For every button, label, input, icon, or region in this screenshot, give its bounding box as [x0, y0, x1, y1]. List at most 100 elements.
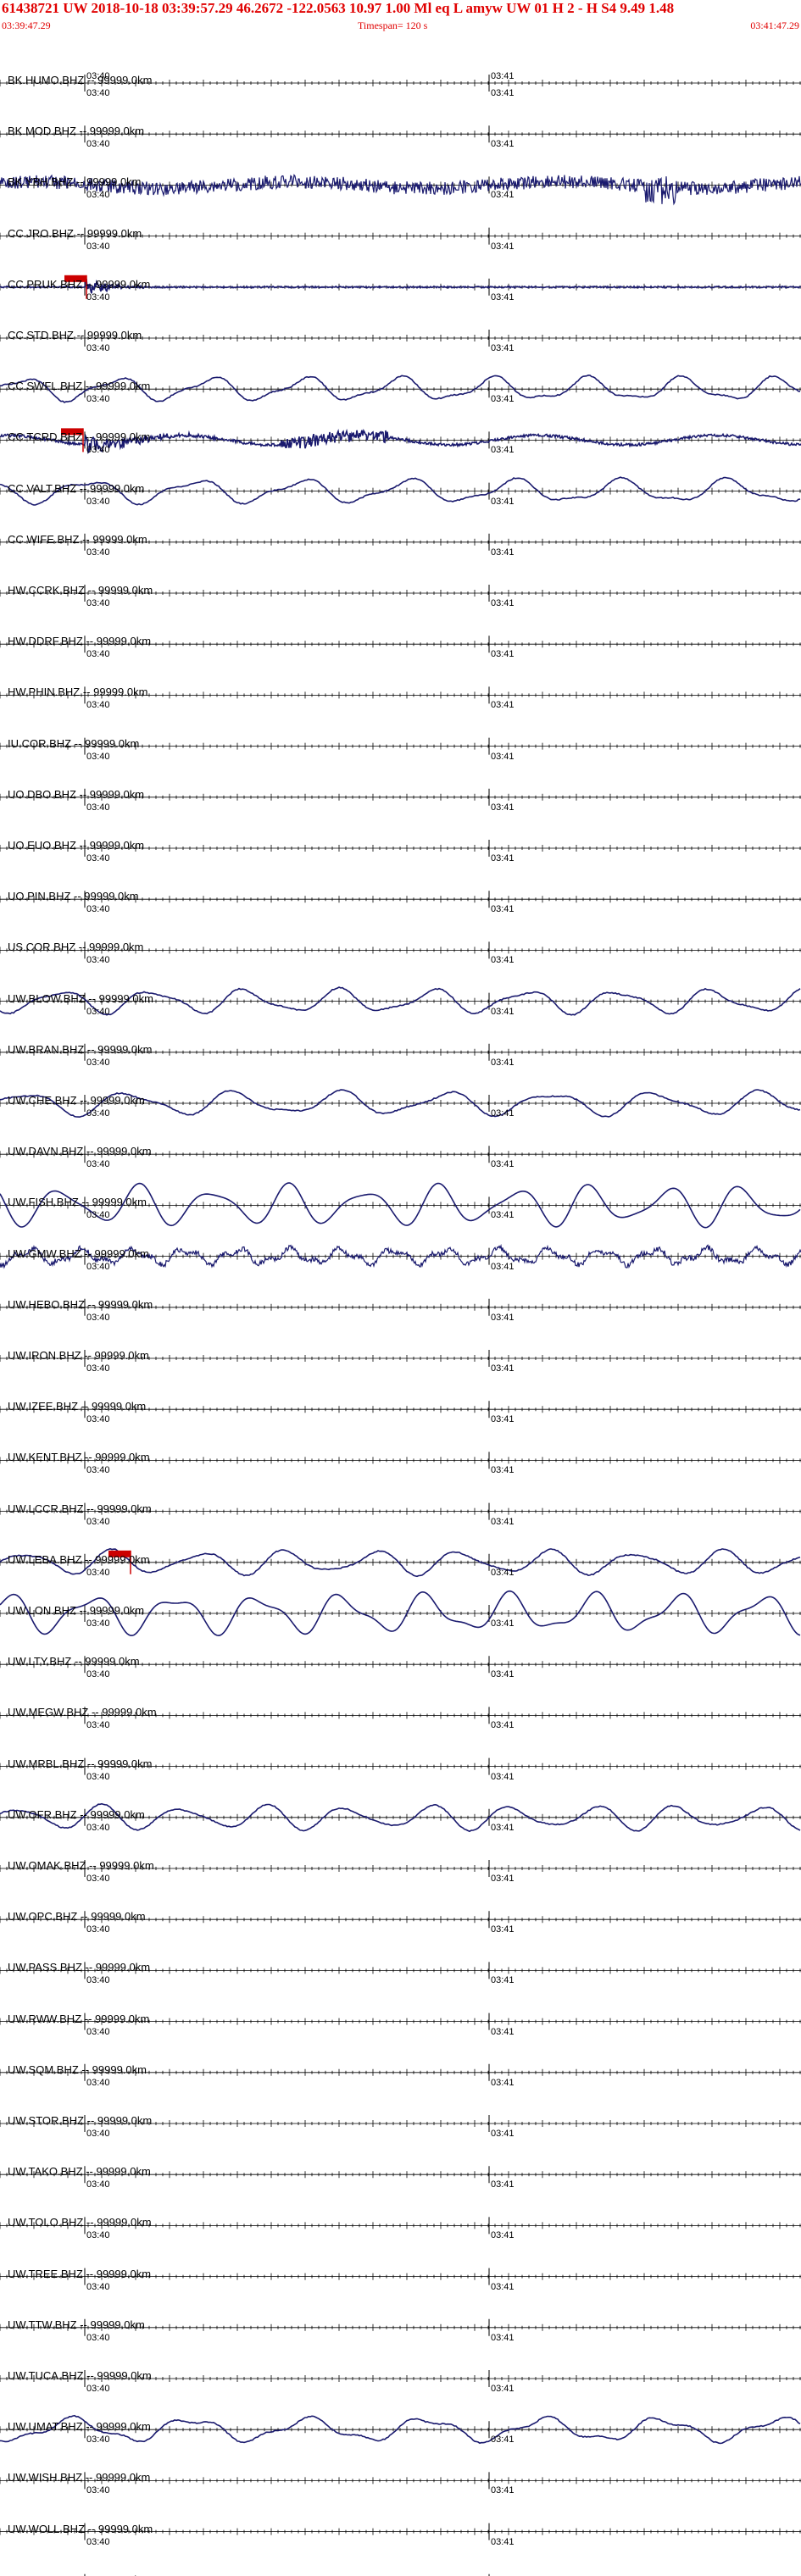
- time-tick-label: 03:40: [86, 1874, 110, 1884]
- time-tick-label: 03:40: [86, 2434, 110, 2446]
- time-tick-label: 03:41: [491, 241, 515, 252]
- station-label: UO.PIN.BHZ -- 99999.0km: [8, 890, 139, 903]
- time-tick-label: 03:40: [86, 2536, 110, 2547]
- time-tick-label: 03:41: [491, 2077, 515, 2088]
- time-tick-label: 03:40: [86, 1465, 110, 1476]
- station-label: UO.DBO.BHZ -- 99999.0km: [8, 787, 145, 801]
- station-label: UW.LON.BHZ -- 99999.0km: [8, 1604, 145, 1617]
- time-tick-label: 03:41: [491, 496, 515, 507]
- station-label: UW.FISH.BHZ -- 99999.0km: [8, 1196, 147, 1209]
- time-tick-label: 03:41: [491, 955, 515, 966]
- time-tick-label: 03:41: [491, 904, 515, 915]
- time-tick-label: 03:41: [491, 802, 515, 813]
- time-tick-label: 03:40: [86, 955, 110, 966]
- time-tick-label: 03:40: [86, 1006, 110, 1017]
- time-tick-label: 03:40: [86, 2281, 110, 2292]
- time-tick-label: 03:41: [491, 2281, 515, 2292]
- station-label: BK.MOD.BHZ -- 99999.0km: [8, 125, 145, 138]
- time-tick-label: 03:40: [86, 2384, 110, 2394]
- time-tick-label: 03:41: [491, 751, 515, 762]
- time-tick-label: 03:40: [86, 241, 110, 252]
- station-label: CC.SWFL.BHZ -- 99999.0km: [8, 380, 151, 393]
- time-tick-label: 03:40: [86, 1312, 110, 1323]
- time-tick-label: 03:40: [86, 2179, 110, 2190]
- time-tick-label: 03:41: [491, 1822, 515, 1833]
- time-tick-label: 03:40: [86, 2026, 110, 2037]
- time-tick-label: 03:40: [86, 2077, 110, 2088]
- time-tick-label: 03:40: [86, 71, 110, 81]
- time-tick-label: 03:40: [86, 88, 110, 98]
- time-tick-label: 03:40: [86, 1516, 110, 1527]
- time-tick-label: 03:41: [491, 2332, 515, 2343]
- time-tick-label: 03:41: [491, 1618, 515, 1629]
- time-tick-label: 03:40: [86, 2485, 110, 2496]
- station-label: UW.SQM.BHZ -- 99999.0km: [8, 2062, 147, 2076]
- time-tick-label: 03:41: [491, 1720, 515, 1731]
- time-tick-label: 03:40: [86, 1210, 110, 1221]
- time-tick-label: 03:41: [491, 1312, 515, 1323]
- station-label: UW.KENT.BHZ -- 99999.0km: [8, 1451, 150, 1464]
- time-tick-label: 03:41: [491, 1771, 515, 1782]
- time-tick-label: 03:41: [491, 2230, 515, 2241]
- time-tick-label: 03:41: [491, 1414, 515, 1425]
- station-label: UW.BRAN.BHZ -- 99999.0km: [8, 1042, 153, 1056]
- time-tick-label: 03:40: [86, 649, 110, 660]
- time-tick-label: 03:40: [86, 496, 110, 507]
- time-tick-label: 03:40: [86, 1159, 110, 1170]
- time-tick-label: 03:40: [86, 1669, 110, 1680]
- station-label: UW.MEGW.BHZ -- 99999.0km: [8, 1706, 157, 1719]
- time-tick-label: 03:40: [86, 1414, 110, 1425]
- station-label: UW.CHE.BHZ -- 99999.0km: [8, 1094, 145, 1107]
- station-label: UW.UMAT.BHZ -- 99999.0km: [8, 2420, 151, 2434]
- time-tick-label: 03:40: [86, 1975, 110, 1986]
- station-label: UW.DAVN.BHZ -- 99999.0km: [8, 1145, 152, 1158]
- time-tick-label: 03:41: [491, 1516, 515, 1527]
- time-tick-label: 03:40: [86, 190, 110, 201]
- station-label: UW.WISH.BHZ -- 99999.0km: [8, 2471, 151, 2484]
- station-label: BK.YBH.BHZ -- 99999.0km: [8, 175, 142, 189]
- time-tick-label: 03:40: [86, 1108, 110, 1119]
- time-tick-label: 03:40: [86, 291, 110, 303]
- time-tick-label: 03:40: [86, 445, 110, 456]
- station-label: HW.DDRF.BHZ -- 99999.0km: [8, 635, 152, 648]
- time-tick-label: 03:40: [86, 2129, 110, 2139]
- time-tick-label: 03:41: [491, 445, 515, 456]
- time-tick-label: 03:40: [86, 1822, 110, 1833]
- time-tick-label: 03:40: [86, 1720, 110, 1731]
- time-tick-label: 03:40: [86, 1924, 110, 1935]
- station-label: UW.WOLL.BHZ -- 99999.0km: [8, 2522, 153, 2535]
- station-label: UW.PASS.BHZ -- 99999.0km: [8, 1961, 151, 1974]
- time-tick-label: 03:40: [86, 1261, 110, 1272]
- station-label: UW.LEBA.BHZ -- 99999.0km: [8, 1552, 150, 1566]
- time-tick-label: 03:41: [491, 547, 515, 558]
- time-tick-label: 03:40: [86, 343, 110, 353]
- station-label: UW.IRON.BHZ -- 99999.0km: [8, 1349, 149, 1362]
- time-tick-label: 03:40: [86, 139, 110, 150]
- time-tick-label: 03:41: [491, 190, 515, 201]
- time-tick-label: 03:41: [491, 2536, 515, 2547]
- time-tick-label: 03:41: [491, 1006, 515, 1017]
- time-tick-label: 03:41: [491, 343, 515, 353]
- time-tick-label: 03:41: [491, 2485, 515, 2496]
- time-tick-label: 03:41: [491, 139, 515, 150]
- station-label: UW.RWW.BHZ -- 99999.0km: [8, 2012, 150, 2025]
- station-label: CC.TCRD.BHZ -- 99999.0km: [8, 430, 151, 444]
- station-label: US.COR.BHZ -- 99999.0km: [8, 941, 144, 954]
- time-tick-label: 03:40: [86, 751, 110, 762]
- station-label: UW.OPC.BHZ -- 99999.0km: [8, 1910, 146, 1924]
- time-tick-label: 03:41: [491, 71, 515, 81]
- time-tick-label: 03:40: [86, 394, 110, 405]
- station-label: UW.MRBL.BHZ -- 99999.0km: [8, 1757, 153, 1770]
- station-label: UW.OMAK.BHZ -- 99999.0km: [8, 1859, 154, 1872]
- station-label: UW.TUCA.BHZ -- 99999.0km: [8, 2369, 152, 2382]
- station-label: CC.JRO.BHZ -- 99999.0km: [8, 226, 142, 240]
- time-tick-label: 03:40: [86, 802, 110, 813]
- time-tick-label: 03:40: [86, 547, 110, 558]
- station-label: CC.STD.BHZ -- 99999.0km: [8, 329, 142, 341]
- station-label: UW.TOLO.BHZ -- 99999.0km: [8, 2216, 152, 2229]
- station-label: CC.WIFE.BHZ -- 99999.0km: [8, 532, 147, 546]
- station-label: BK.HUMO.BHZ -- 99999.0km: [8, 74, 153, 86]
- time-tick-label: 03:41: [491, 700, 515, 711]
- time-tick-label: 03:41: [491, 598, 515, 608]
- station-label: UW.TTW.BHZ -- 99999.0km: [8, 2318, 145, 2331]
